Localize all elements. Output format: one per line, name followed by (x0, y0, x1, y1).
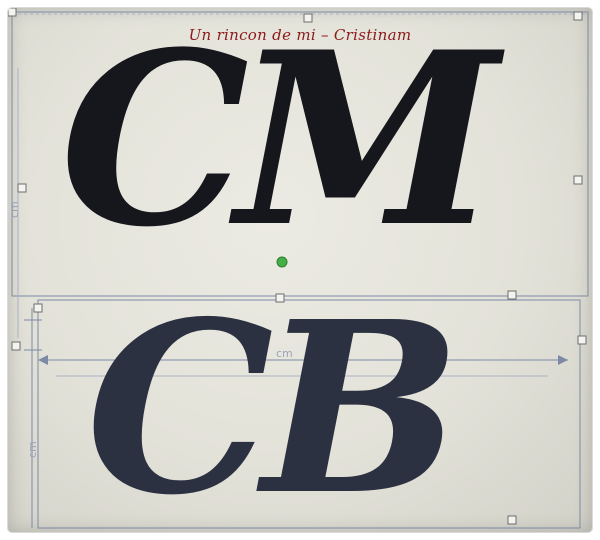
monogram-top-letter-2: M (235, 8, 498, 280)
vertical-dimension-label-bottom: cm (26, 441, 39, 458)
dim-arrow-right-icon (558, 355, 568, 365)
screen-photo: cm cm cm Un rincon de mi – Cristinam CM (8, 8, 592, 532)
monogram-top[interactable]: CM (60, 8, 499, 280)
resize-handle-icon[interactable] (573, 11, 583, 21)
resize-handle-icon[interactable] (507, 515, 517, 525)
monogram-bottom-letter-1: C (86, 269, 274, 532)
dim-arrow-left-icon (38, 355, 48, 365)
resize-handle-icon[interactable] (11, 341, 21, 351)
photo-frame: cm cm cm Un rincon de mi – Cristinam CM (0, 0, 600, 540)
resize-handle-icon[interactable] (33, 303, 43, 313)
resize-handle-icon[interactable] (577, 335, 587, 345)
resize-handle-icon[interactable] (573, 175, 583, 185)
resize-handle-icon[interactable] (507, 290, 517, 300)
monogram-top-letter-1: C (60, 8, 249, 280)
monogram-bottom[interactable]: CB (86, 269, 462, 532)
resize-handle-icon[interactable] (17, 183, 27, 193)
resize-handle-icon[interactable] (8, 8, 17, 17)
vertical-dimension-label-top: cm (8, 201, 21, 218)
monogram-bottom-letter-2: B (261, 269, 462, 532)
